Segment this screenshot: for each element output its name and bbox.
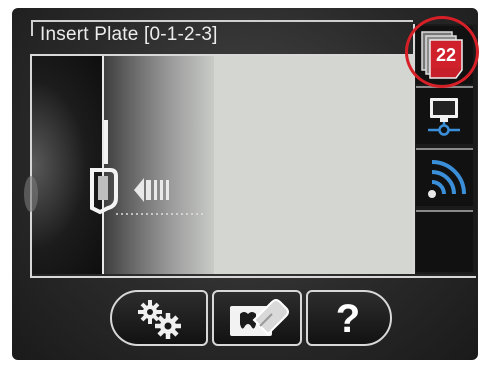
page-title: Insert Plate [0-1-2-3] [40,24,218,45]
insert-arrow-stripe [166,180,169,200]
tooth-eraser-icon [230,299,289,336]
wireless-signal-icon [428,160,466,198]
sidebar-item-wireless[interactable] [416,148,473,206]
insert-arrow-stripe [160,180,163,200]
erase-plate-button[interactable] [212,290,302,346]
plate-guide [104,120,108,164]
insert-arrow-stripe [146,180,151,200]
monitor-network-icon [428,98,460,136]
plate-slot [98,176,108,200]
insert-arrow-icon [134,178,144,202]
help-label: ? [335,297,361,341]
plate-preview-area [214,56,414,274]
insert-arrow-stripe [154,180,157,200]
settings-button[interactable] [110,290,208,346]
sidebar-item-empty [416,210,473,272]
insert-plate-illustration [90,120,206,215]
sidebar-item-network[interactable] [416,86,473,144]
highlight-circle [405,16,479,88]
gears-icon [138,300,181,339]
